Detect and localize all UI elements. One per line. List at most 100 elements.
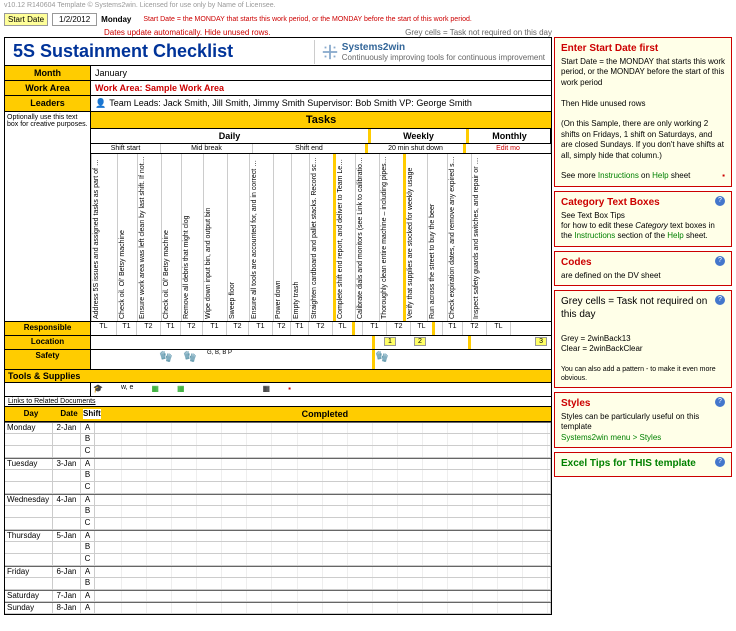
- completion-cell[interactable]: [373, 459, 398, 469]
- completion-cell[interactable]: [97, 506, 122, 517]
- completion-cell[interactable]: [298, 591, 323, 601]
- completion-cell[interactable]: [122, 578, 147, 589]
- completion-cell[interactable]: [222, 495, 247, 505]
- completion-cell[interactable]: [247, 554, 272, 565]
- completion-cell[interactable]: [247, 531, 272, 541]
- completion-cell[interactable]: [272, 470, 297, 481]
- sidebar-note[interactable]: Optionally use this text box for creativ…: [5, 112, 91, 154]
- completion-cell[interactable]: [448, 506, 473, 517]
- completion-cell[interactable]: [197, 482, 222, 493]
- shift-cell[interactable]: A: [81, 591, 95, 601]
- completion-cell[interactable]: [97, 459, 122, 469]
- completion-cell[interactable]: [373, 567, 398, 577]
- completion-cell[interactable]: [323, 591, 348, 601]
- completion-cell[interactable]: [323, 482, 348, 493]
- completion-cell[interactable]: [97, 567, 122, 577]
- completion-cell[interactable]: [523, 434, 548, 445]
- completion-cell[interactable]: [373, 506, 398, 517]
- completion-cell[interactable]: [498, 591, 523, 601]
- completion-cell[interactable]: [197, 542, 222, 553]
- completion-cell[interactable]: [298, 554, 323, 565]
- completion-cell[interactable]: [398, 518, 423, 529]
- completion-cell[interactable]: [222, 591, 247, 601]
- completion-cell[interactable]: [498, 482, 523, 493]
- workarea-value[interactable]: Work Area: Sample Work Area: [91, 81, 551, 95]
- completion-cell[interactable]: [348, 518, 373, 529]
- completion-cell[interactable]: [272, 482, 297, 493]
- completion-cell[interactable]: [348, 470, 373, 481]
- completion-cell[interactable]: [147, 482, 172, 493]
- completion-cell[interactable]: [147, 506, 172, 517]
- completion-cell[interactable]: [222, 578, 247, 589]
- completion-cell[interactable]: [122, 434, 147, 445]
- completion-cell[interactable]: [473, 554, 498, 565]
- completion-cell[interactable]: [122, 531, 147, 541]
- completion-cell[interactable]: [448, 518, 473, 529]
- completion-cell[interactable]: [147, 459, 172, 469]
- shift-cell[interactable]: A: [81, 459, 95, 469]
- completion-cell[interactable]: [373, 434, 398, 445]
- completion-cell[interactable]: [423, 434, 448, 445]
- shift-cell[interactable]: B: [81, 470, 95, 481]
- completion-cell[interactable]: [498, 506, 523, 517]
- completion-cell[interactable]: [398, 470, 423, 481]
- completion-cell[interactable]: [97, 554, 122, 565]
- month-value[interactable]: January: [91, 66, 551, 80]
- completion-cell[interactable]: [272, 591, 297, 601]
- completion-cell[interactable]: [423, 495, 448, 505]
- completion-cell[interactable]: [222, 531, 247, 541]
- edit-mo-hdr[interactable]: Edit mo: [466, 144, 551, 153]
- responsible-cell[interactable]: TL: [487, 322, 511, 335]
- completion-cell[interactable]: [147, 423, 172, 433]
- completion-cell[interactable]: [272, 531, 297, 541]
- completion-cell[interactable]: [197, 495, 222, 505]
- responsible-cell[interactable]: T2: [273, 322, 291, 335]
- completion-cell[interactable]: [498, 603, 523, 613]
- completion-cell[interactable]: [298, 423, 323, 433]
- shift-cell[interactable]: A: [81, 495, 95, 505]
- completion-cell[interactable]: [97, 603, 122, 613]
- completion-cell[interactable]: [473, 506, 498, 517]
- completion-cell[interactable]: [423, 459, 448, 469]
- completion-cell[interactable]: [247, 567, 272, 577]
- shift-cell[interactable]: C: [81, 518, 95, 529]
- responsible-cell[interactable]: T2: [463, 322, 487, 335]
- responsible-cell[interactable]: T1: [203, 322, 227, 335]
- completion-cell[interactable]: [222, 567, 247, 577]
- completion-cell[interactable]: [423, 423, 448, 433]
- shift-cell[interactable]: A: [81, 423, 95, 433]
- completion-cell[interactable]: [222, 434, 247, 445]
- completion-cell[interactable]: [97, 531, 122, 541]
- completion-cell[interactable]: [272, 423, 297, 433]
- completion-cell[interactable]: [523, 482, 548, 493]
- completion-cell[interactable]: [348, 423, 373, 433]
- completion-cell[interactable]: [97, 591, 122, 601]
- completion-cell[interactable]: [323, 434, 348, 445]
- shift-cell[interactable]: C: [81, 482, 95, 493]
- completion-cell[interactable]: [172, 495, 197, 505]
- completion-cell[interactable]: [122, 423, 147, 433]
- responsible-cell[interactable]: T2: [387, 322, 411, 335]
- completion-cell[interactable]: [373, 446, 398, 457]
- completion-cell[interactable]: [523, 531, 548, 541]
- completion-cell[interactable]: [523, 495, 548, 505]
- completion-cell[interactable]: [448, 495, 473, 505]
- completion-cell[interactable]: [247, 542, 272, 553]
- completion-cell[interactable]: [373, 578, 398, 589]
- completion-cell[interactable]: [373, 470, 398, 481]
- completion-cell[interactable]: [147, 518, 172, 529]
- completion-cell[interactable]: [298, 470, 323, 481]
- responsible-cell[interactable]: T1: [443, 322, 463, 335]
- pdf-icon[interactable]: ▪: [722, 171, 725, 181]
- completion-cell[interactable]: [272, 518, 297, 529]
- completion-cell[interactable]: [298, 578, 323, 589]
- completion-cell[interactable]: [222, 542, 247, 553]
- completion-cell[interactable]: [373, 518, 398, 529]
- completion-cell[interactable]: [373, 531, 398, 541]
- help-icon[interactable]: ?: [715, 397, 725, 407]
- completion-cell[interactable]: [398, 542, 423, 553]
- completion-cell[interactable]: [222, 518, 247, 529]
- completion-cell[interactable]: [448, 446, 473, 457]
- responsible-cell[interactable]: TL: [333, 322, 355, 335]
- completion-cell[interactable]: [272, 578, 297, 589]
